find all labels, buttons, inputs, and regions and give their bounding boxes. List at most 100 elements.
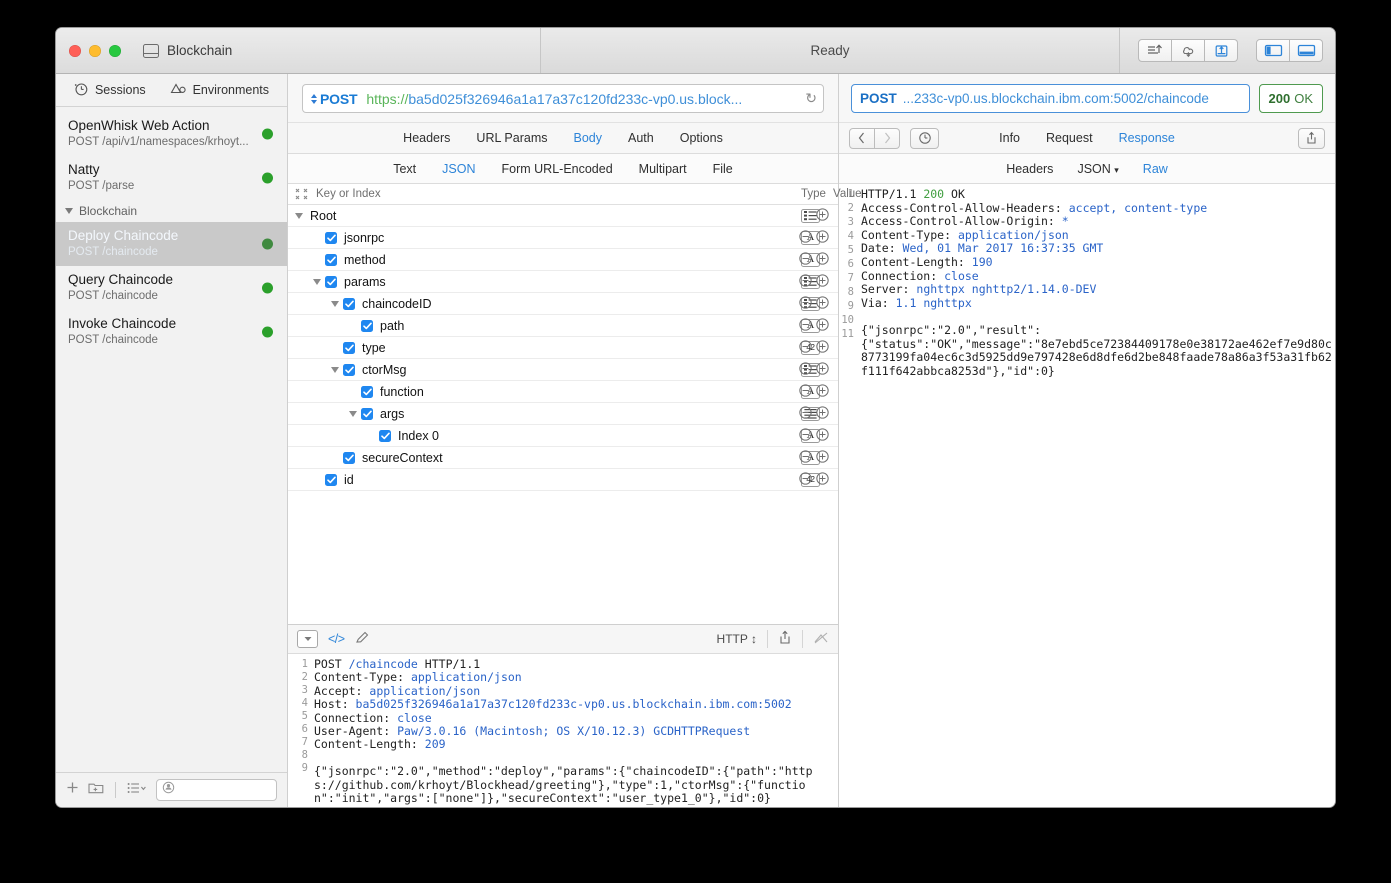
collapse-triangle-icon[interactable]	[297, 630, 318, 648]
row-enabled-checkbox[interactable]	[343, 451, 355, 464]
remove-row-icon[interactable]	[799, 405, 812, 422]
url-field[interactable]: POST https:// ba5d025f326946a1a17a37c120…	[302, 84, 824, 113]
row-enabled-checkbox[interactable]	[361, 319, 373, 332]
row-actions[interactable]	[799, 273, 829, 290]
add-row-icon[interactable]	[816, 383, 829, 400]
remove-row-icon[interactable]	[799, 229, 812, 246]
cloud-sync-icon[interactable]	[1172, 39, 1205, 62]
row-actions[interactable]	[799, 339, 829, 356]
row-key[interactable]: id	[344, 473, 354, 487]
tab-response-raw[interactable]: Raw	[1143, 162, 1168, 176]
remove-row-icon[interactable]	[799, 427, 812, 444]
row-enabled-checkbox[interactable]	[325, 473, 337, 486]
disclosure-triangle-icon[interactable]	[331, 366, 339, 373]
tab-auth[interactable]: Auth	[628, 131, 654, 145]
sidebar-tab-sessions[interactable]: Sessions	[74, 82, 146, 99]
toggle-bottom-panel-icon[interactable]	[1290, 39, 1323, 62]
tree-row[interactable]: chaincodeID1 item	[288, 293, 838, 315]
row-enabled-checkbox[interactable]	[325, 253, 337, 266]
sidebar-item-query-chaincode[interactable]: Query Chaincode POST /chaincode	[56, 266, 287, 310]
row-actions[interactable]	[799, 427, 829, 444]
row-key[interactable]: path	[380, 319, 404, 333]
response-url-field[interactable]: POST ...233c-vp0.us.blockchain.ibm.com:5…	[851, 84, 1250, 113]
add-row-icon[interactable]	[816, 339, 829, 356]
row-key[interactable]: function	[380, 385, 424, 399]
response-body[interactable]: 1 2 3 4 5 6 7 8 9 10 11 HTTP/1.1 200 OK Access-Cont…	[839, 184, 1335, 807]
code-brackets-icon[interactable]: </>	[328, 632, 345, 646]
zoom-window-button[interactable]	[109, 44, 121, 57]
row-key[interactable]: method	[344, 253, 386, 267]
tree-row[interactable]: params4 items	[288, 271, 838, 293]
format-selector[interactable]: HTTP ↕	[717, 632, 757, 646]
tab-url-params[interactable]: URL Params	[476, 131, 547, 145]
import-icon[interactable]	[1205, 39, 1238, 62]
add-row-icon[interactable]	[816, 471, 829, 488]
toggle-left-panel-icon[interactable]	[1256, 39, 1290, 62]
add-row-icon[interactable]	[816, 427, 829, 444]
minimize-window-button[interactable]	[89, 44, 101, 57]
window-controls[interactable]	[69, 44, 121, 57]
tab-body-file[interactable]: File	[713, 162, 733, 176]
tab-response-headers[interactable]: Headers	[1006, 162, 1053, 176]
tree-row[interactable]: id420	[288, 469, 838, 491]
row-enabled-checkbox[interactable]	[343, 341, 355, 354]
toolbar-actions-group[interactable]	[1138, 39, 1238, 62]
sidebar-item-openwhisk-web-action[interactable]: OpenWhisk Web Action POST /api/v1/namesp…	[56, 112, 287, 156]
row-enabled-checkbox[interactable]	[343, 363, 355, 376]
row-enabled-checkbox[interactable]	[343, 297, 355, 310]
remove-row-icon[interactable]	[799, 449, 812, 466]
pencil-icon[interactable]	[355, 630, 370, 649]
row-key[interactable]: Index 0	[398, 429, 439, 443]
list-options-icon[interactable]	[127, 781, 147, 799]
row-actions[interactable]	[816, 207, 829, 224]
remove-row-icon[interactable]	[799, 317, 812, 334]
sidebar-group-blockchain[interactable]: Blockchain	[56, 200, 287, 222]
row-actions[interactable]	[799, 471, 829, 488]
tree-row[interactable]: Root4 items	[288, 205, 838, 227]
remove-row-icon[interactable]	[799, 339, 812, 356]
row-actions[interactable]	[799, 405, 829, 422]
row-actions[interactable]	[799, 295, 829, 312]
row-key[interactable]: params	[344, 275, 386, 289]
tree-row[interactable]: jsonrpcA2.0	[288, 227, 838, 249]
tab-body[interactable]: Body	[574, 131, 603, 145]
share-icon[interactable]	[778, 630, 792, 648]
tab-info[interactable]: Info	[999, 131, 1020, 145]
row-enabled-checkbox[interactable]	[361, 407, 373, 420]
add-row-icon[interactable]	[816, 405, 829, 422]
disclosure-triangle-icon[interactable]	[313, 278, 321, 285]
row-key[interactable]: chaincodeID	[362, 297, 432, 311]
tab-response-json[interactable]: JSON ▾	[1077, 162, 1118, 176]
disclosure-triangle-icon[interactable]	[295, 212, 303, 219]
row-enabled-checkbox[interactable]	[325, 275, 337, 288]
add-row-icon[interactable]	[816, 229, 829, 246]
tab-body-text[interactable]: Text	[393, 162, 416, 176]
forward-arrow-icon[interactable]	[875, 127, 900, 149]
tree-row[interactable]: secureContextAuser_type1_0	[288, 447, 838, 469]
row-actions[interactable]	[799, 317, 829, 334]
row-enabled-checkbox[interactable]	[379, 429, 391, 442]
collapse-all-icon[interactable]	[295, 188, 308, 203]
new-folder-icon[interactable]	[88, 781, 104, 799]
add-request-icon[interactable]	[66, 781, 79, 799]
row-key[interactable]: type	[362, 341, 386, 355]
row-key[interactable]: ctorMsg	[362, 363, 406, 377]
tab-response[interactable]: Response	[1119, 131, 1175, 145]
close-window-button[interactable]	[69, 44, 81, 57]
sidebar-item-natty[interactable]: Natty POST /parse	[56, 156, 287, 200]
sidebar-item-deploy-chaincode[interactable]: Deploy Chaincode POST /chaincode	[56, 222, 287, 266]
add-row-icon[interactable]	[816, 295, 829, 312]
tab-body-json[interactable]: JSON	[442, 162, 475, 176]
tab-body-multipart[interactable]: Multipart	[639, 162, 687, 176]
row-key[interactable]: jsonrpc	[344, 231, 384, 245]
row-key[interactable]: secureContext	[362, 451, 443, 465]
remove-row-icon[interactable]	[799, 273, 812, 290]
add-row-icon[interactable]	[816, 361, 829, 378]
row-enabled-checkbox[interactable]	[361, 385, 373, 398]
row-actions[interactable]	[799, 361, 829, 378]
no-preview-icon[interactable]	[813, 631, 829, 648]
disclosure-triangle-icon[interactable]	[331, 300, 339, 307]
add-row-icon[interactable]	[816, 449, 829, 466]
sort-export-icon[interactable]	[1138, 39, 1172, 62]
tab-body-form-url-encoded[interactable]: Form URL-Encoded	[502, 162, 613, 176]
